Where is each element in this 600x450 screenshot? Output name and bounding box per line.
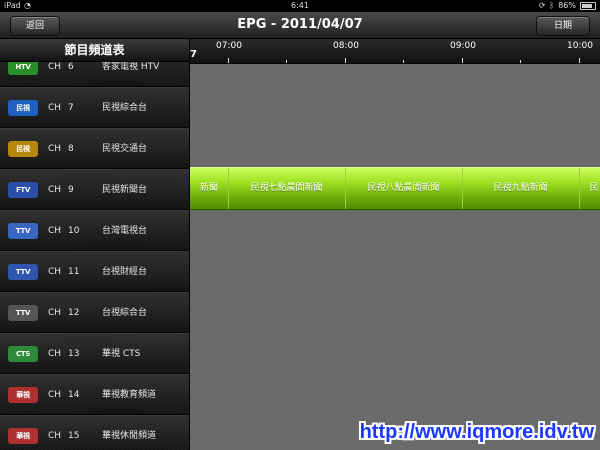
half-hour-tick	[403, 60, 404, 63]
program-block[interactable]: 民視八點晨間新聞	[345, 168, 463, 209]
channel-name: 華視休閒頻道	[102, 431, 157, 441]
program-row-ch9: 新聞 民視七點晨間新聞 民視八點晨間新聞 民視九點新聞民	[190, 167, 600, 210]
half-hour-tick	[520, 60, 521, 63]
date-button[interactable]: 日期	[536, 16, 590, 36]
schedule-grid	[190, 64, 600, 450]
half-hour-tick	[286, 60, 287, 63]
channel-logo-icon: TTV	[8, 305, 38, 321]
channel-logo-icon: CTS	[8, 346, 38, 362]
channel-number: 8	[68, 144, 74, 154]
time-label: 10:00	[567, 41, 593, 51]
program-block[interactable]: 民視九點新聞	[462, 168, 580, 209]
channel-row[interactable]: CTS CH 13 華視 CTS	[0, 333, 189, 374]
watermark: http://www.iqmore.idv.tw	[359, 421, 594, 443]
channel-number: 9	[68, 185, 74, 195]
channel-name: 台灣電視台	[102, 226, 148, 236]
time-label: 07:00	[216, 41, 242, 51]
channel-number: 14	[68, 390, 80, 400]
channel-row[interactable]: 華視 CH 15 華視休閒頻道	[0, 415, 189, 450]
page-title: EPG - 2011/04/07	[237, 17, 363, 32]
clock: 6:41	[291, 1, 309, 10]
channel-row[interactable]: 民視 CH 7 民視綜合台	[0, 87, 189, 128]
channel-prefix: CH	[48, 226, 62, 236]
battery-percent: 86%	[558, 1, 576, 10]
channel-logo-icon: 民視	[8, 141, 38, 157]
battery-icon	[580, 2, 596, 10]
channel-name: 華視 CTS	[102, 349, 141, 359]
program-block[interactable]: 民視七點晨間新聞	[228, 168, 346, 209]
hour-tick	[228, 58, 229, 63]
channel-prefix: CH	[48, 144, 62, 154]
channel-number: 11	[68, 267, 80, 277]
hour-tick	[579, 58, 580, 63]
status-bar: iPad ◔ 6:41 ⟳ ᛒ 86%	[0, 0, 600, 12]
bluetooth-icon: ᛒ	[549, 1, 555, 10]
channel-row[interactable]: TTV CH 12 台視綜合台	[0, 292, 189, 333]
channel-prefix: CH	[48, 103, 62, 113]
channel-prefix: CH	[48, 267, 62, 277]
program-block[interactable]: 新聞	[190, 168, 229, 209]
channel-row[interactable]: TTV CH 10 台灣電視台	[0, 210, 189, 251]
partial-time-label: 7	[190, 49, 197, 60]
channel-number: 13	[68, 349, 80, 359]
channel-prefix: CH	[48, 431, 62, 441]
channel-list-title: 節目頻道表	[0, 39, 189, 62]
hour-tick	[462, 58, 463, 63]
channel-logo-icon: FTV	[8, 182, 38, 198]
time-label: 08:00	[333, 41, 359, 51]
channel-number: 10	[68, 226, 80, 236]
channel-name: 民視綜合台	[102, 103, 148, 113]
channel-row[interactable]: 華視 CH 14 華視教育頻道	[0, 374, 189, 415]
channel-number: 7	[68, 103, 74, 113]
time-ruler: 7 07:00 08:00 09:00 10:00	[190, 39, 600, 64]
channel-name: 台視綜合台	[102, 308, 148, 318]
channel-number: 15	[68, 431, 80, 441]
channel-number: 12	[68, 308, 80, 318]
channel-sidebar: 節目頻道表 HTV CH 6 客家電視 HTV 民視 CH 7 民視綜合台 民視 CH 8 民視交通台…	[0, 39, 190, 450]
channel-logo-icon: 華視	[8, 387, 38, 403]
navigation-bar: 返回 EPG - 2011/04/07 日期	[0, 12, 600, 39]
channel-name: 台視財經台	[102, 267, 148, 277]
channel-list: HTV CH 6 客家電視 HTV 民視 CH 7 民視綜合台 民視 CH 8 民視交通台 FTV CH 9…	[0, 46, 189, 450]
channel-logo-icon: 華視	[8, 428, 38, 444]
channel-name: 華視教育頻道	[102, 390, 157, 400]
channel-logo-icon: TTV	[8, 223, 38, 239]
channel-row[interactable]: FTV CH 9 民視新聞台	[0, 169, 189, 210]
channel-name: 民視新聞台	[102, 185, 148, 195]
channel-prefix: CH	[48, 390, 62, 400]
channel-name: 民視交通台	[102, 144, 148, 154]
program-block[interactable]: 民	[579, 168, 600, 209]
channel-prefix: CH	[48, 349, 62, 359]
hour-tick	[345, 58, 346, 63]
channel-row[interactable]: 民視 CH 8 民視交通台	[0, 128, 189, 169]
rotation-lock-icon: ⟳	[538, 1, 546, 10]
channel-row[interactable]: TTV CH 11 台視財經台	[0, 251, 189, 292]
channel-logo-icon: TTV	[8, 264, 38, 280]
channel-prefix: CH	[48, 308, 62, 318]
channel-logo-icon: 民視	[8, 100, 38, 116]
time-label: 09:00	[450, 41, 476, 51]
channel-prefix: CH	[48, 185, 62, 195]
